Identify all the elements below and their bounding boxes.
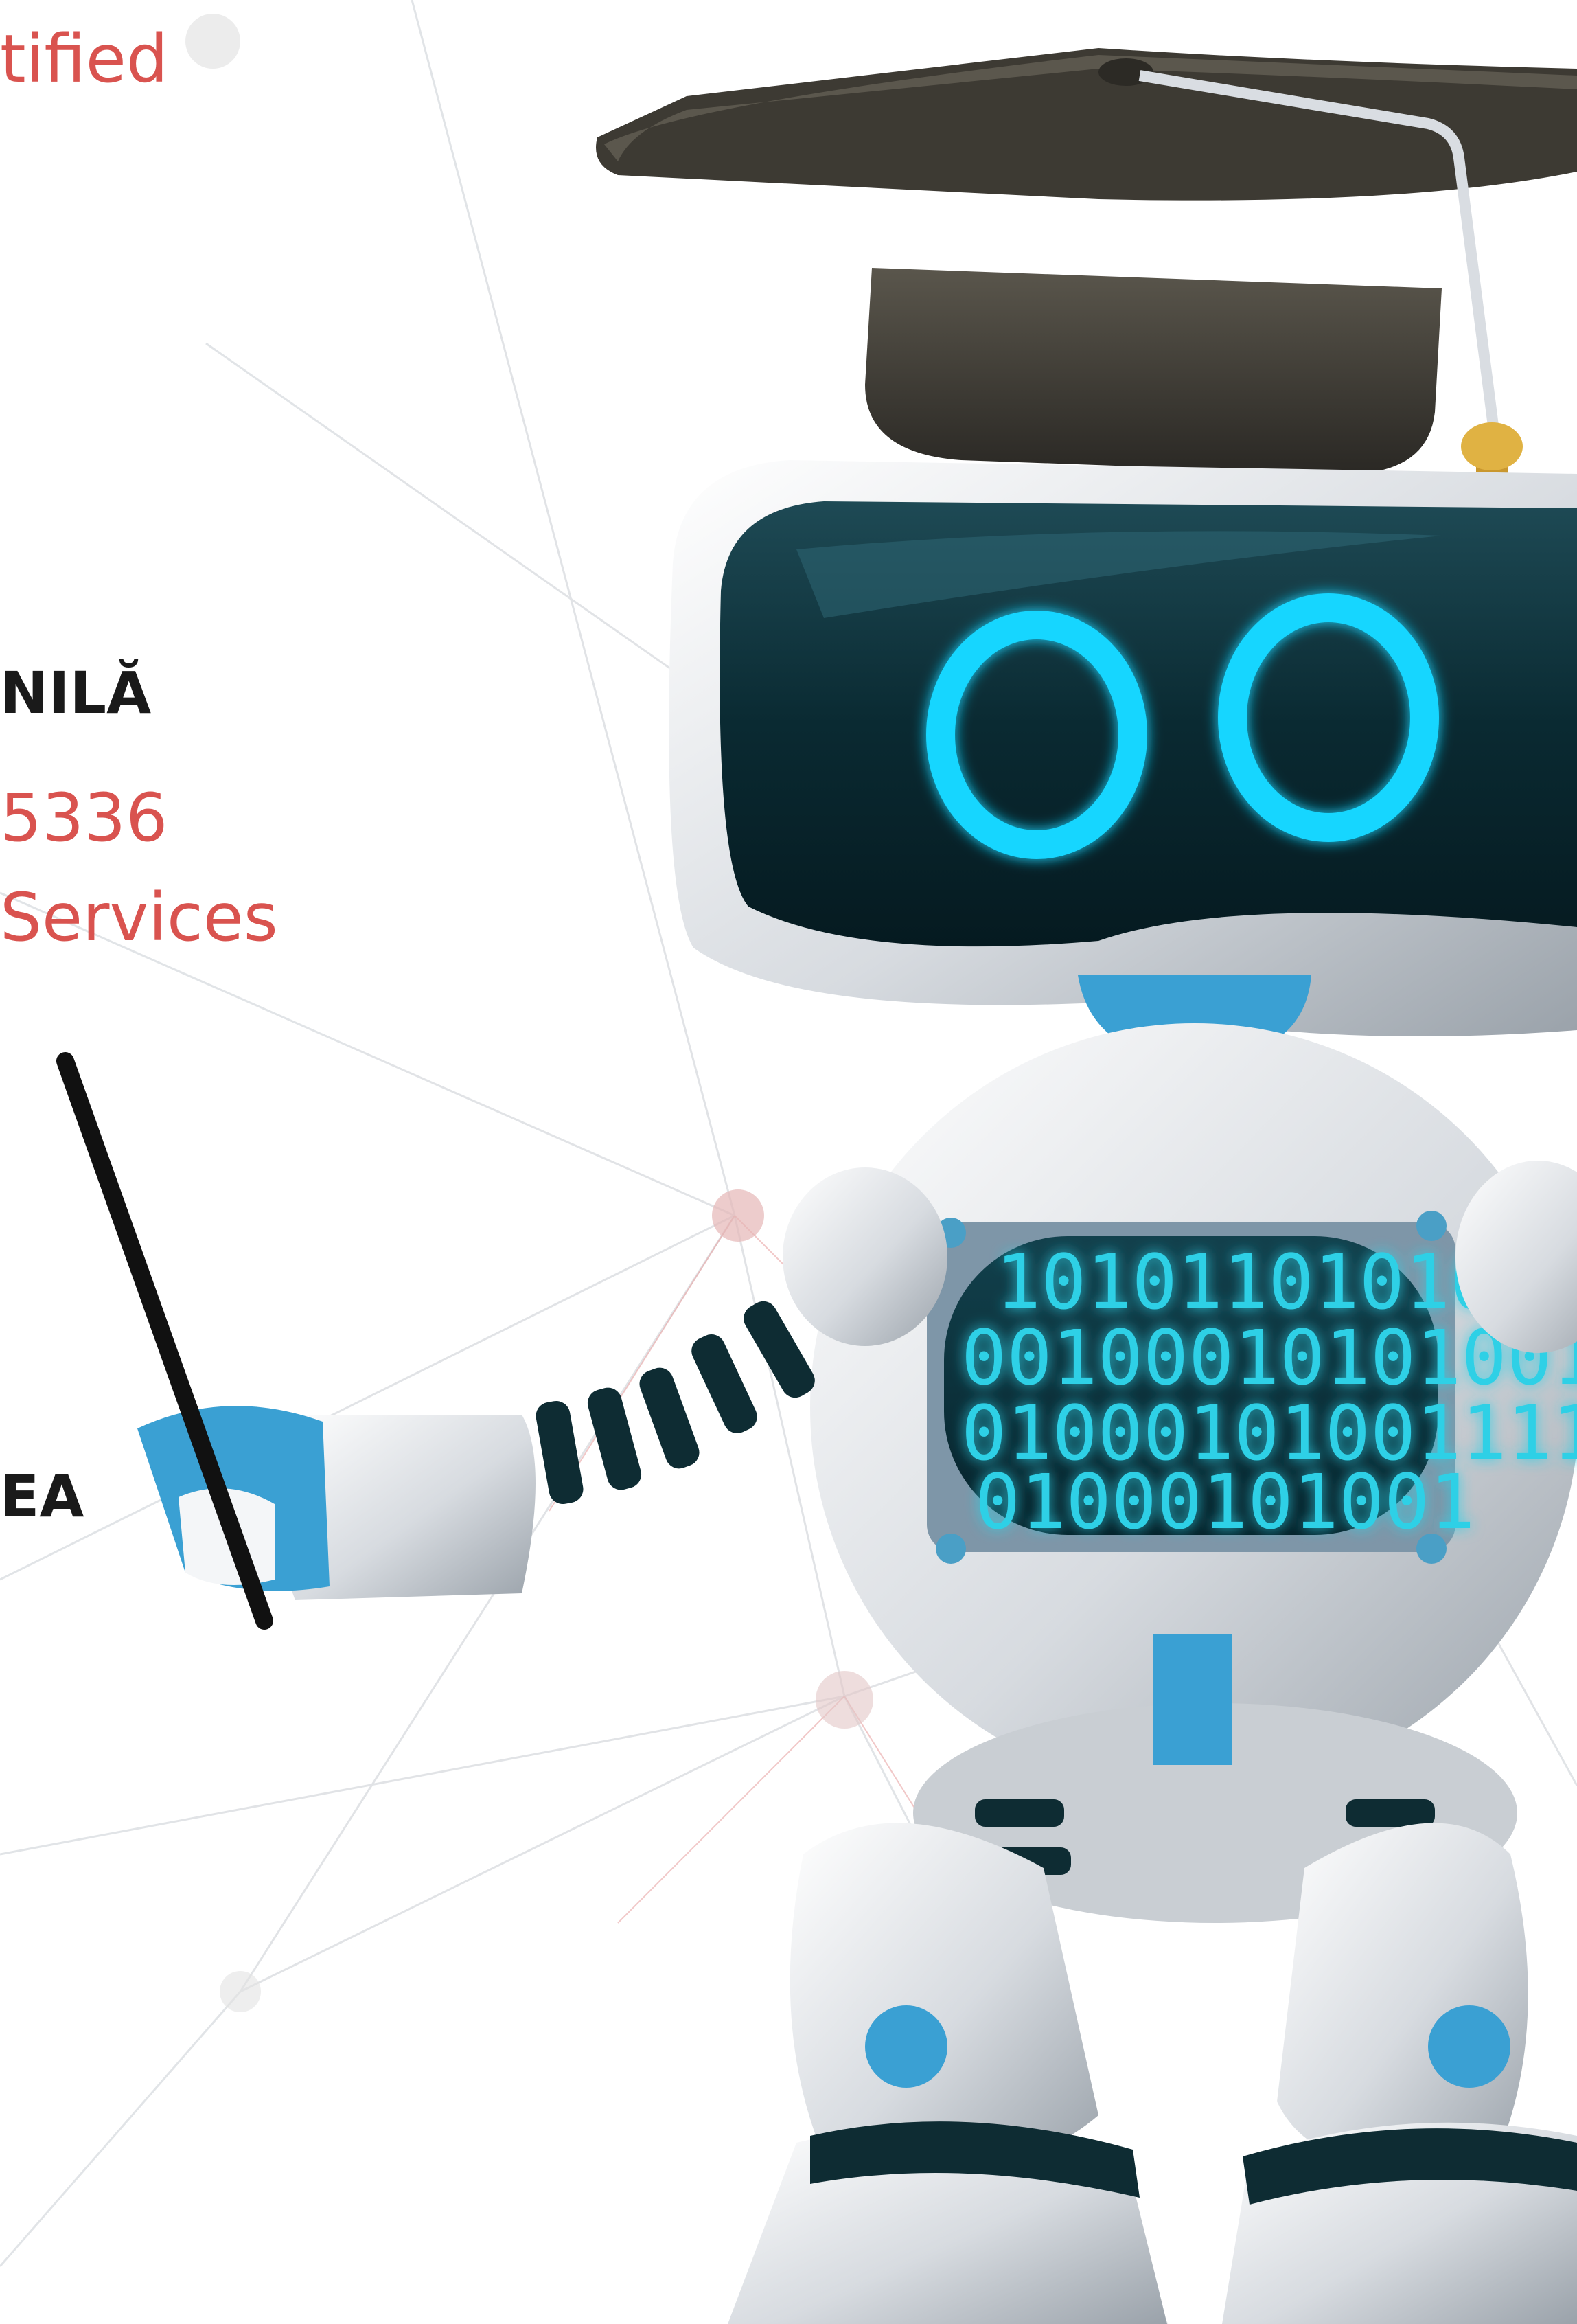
svg-text:01000101001: 01000101001 bbox=[975, 1458, 1475, 1546]
robot-head bbox=[669, 460, 1577, 1061]
robot-illustration: 10101101010101 00100010101001 0100010100… bbox=[56, 48, 1577, 2324]
pointer-stick-icon bbox=[56, 1052, 273, 1630]
robot-body: 10101101010101 00100010101001 0100010100… bbox=[810, 1023, 1577, 1923]
